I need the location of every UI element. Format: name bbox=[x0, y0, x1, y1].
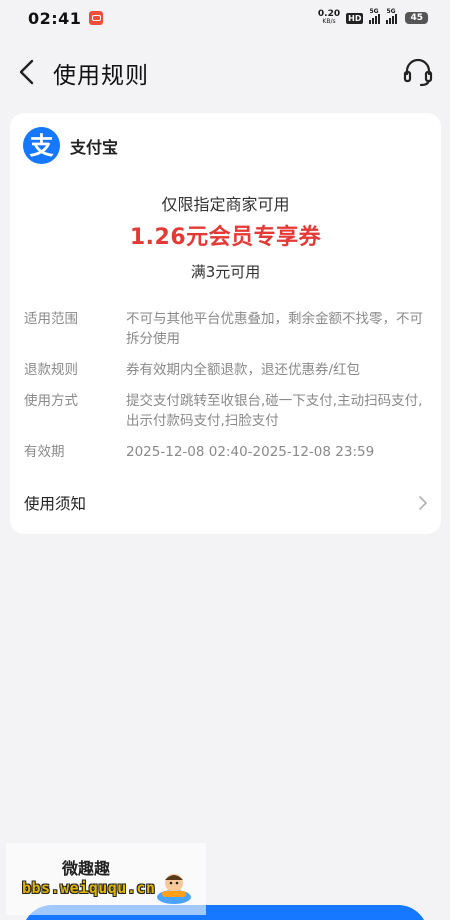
page-title: 使用规则 bbox=[53, 63, 149, 89]
watermark-title: 微趣趣 bbox=[62, 859, 111, 878]
rule-label: 使用方式 bbox=[24, 393, 78, 409]
coupon-scope: 仅限指定商家可用 bbox=[161, 195, 290, 214]
rule-value: 提交支付跳转至收银台,碰一下支付,主动扫码支付,出示付款码支付,扫脸支付 bbox=[126, 393, 423, 429]
watermark: 微趣趣 bbs.weiququ.cn bbox=[6, 843, 206, 915]
nav-bar: 使用规则 bbox=[0, 52, 450, 92]
signal-icon-secondary: 5G bbox=[386, 8, 398, 24]
coupon-threshold: 满3元可用 bbox=[190, 263, 261, 281]
rule-label: 有效期 bbox=[24, 444, 65, 460]
headset-icon[interactable] bbox=[402, 56, 434, 88]
rule-row-validity: 有效期 2025-12-08 02:40-2025-12-08 23:59 bbox=[24, 442, 428, 462]
rule-value: 2025-12-08 02:40-2025-12-08 23:59 bbox=[126, 444, 375, 460]
coupon-title: 1.26元会员专享券 bbox=[129, 225, 322, 250]
hd-icon: HD bbox=[346, 12, 364, 24]
rule-row-refund: 退款规则 券有效期内全额退款，退还优惠券/红包 bbox=[24, 360, 428, 380]
usage-notice-label: 使用须知 bbox=[24, 495, 87, 513]
signal-icon: 5G bbox=[369, 8, 381, 24]
rule-label: 适用范围 bbox=[24, 311, 78, 327]
rule-row-scope: 适用范围 不可与其他平台优惠叠加，剩余金额不找零，不可拆分使用 bbox=[24, 309, 428, 349]
usage-notice-link[interactable]: 使用须知 bbox=[24, 488, 430, 518]
alipay-logo-icon: 支 bbox=[23, 127, 60, 164]
network-speed-unit: KB/s bbox=[322, 18, 336, 25]
rule-label: 退款规则 bbox=[24, 362, 78, 378]
network-speed: 0.20 KB/s bbox=[318, 10, 340, 26]
brand-name: 支付宝 bbox=[70, 137, 119, 157]
rule-row-usage: 使用方式 提交支付跳转至收银台,碰一下支付,主动扫码支付,出示付款码支付,扫脸支… bbox=[24, 391, 428, 431]
status-bar: 02:41 0.20 KB/s HD 5G 5G 45 bbox=[0, 0, 450, 36]
signal-label-secondary: 5G bbox=[386, 8, 396, 15]
watermark-url: bbs.weiququ.cn bbox=[22, 879, 156, 897]
network-speed-value: 0.20 bbox=[317, 9, 341, 19]
status-indicators: 0.20 KB/s HD 5G 5G 45 bbox=[318, 8, 428, 26]
notification-app-icon bbox=[89, 11, 104, 25]
rule-value: 不可与其他平台优惠叠加，剩余金额不找零，不可拆分使用 bbox=[126, 311, 423, 347]
back-icon[interactable] bbox=[16, 58, 40, 86]
rule-value: 券有效期内全额退款，退还优惠券/红包 bbox=[126, 362, 361, 378]
status-time: 02:41 bbox=[28, 8, 82, 28]
coupon-card: 支 支付宝 仅限指定商家可用 1.26元会员专享券 满3元可用 适用范围 不可与… bbox=[10, 113, 441, 534]
battery-icon: 45 bbox=[405, 12, 428, 24]
brand-row: 支 支付宝 bbox=[23, 127, 118, 164]
signal-label: 5G bbox=[369, 8, 379, 15]
chevron-right-icon bbox=[419, 496, 427, 510]
alipay-logo-glyph: 支 bbox=[29, 131, 54, 160]
mascot-icon bbox=[157, 874, 191, 904]
rules-list: 适用范围 不可与其他平台优惠叠加，剩余金额不找零，不可拆分使用 退款规则 券有效… bbox=[24, 309, 428, 473]
